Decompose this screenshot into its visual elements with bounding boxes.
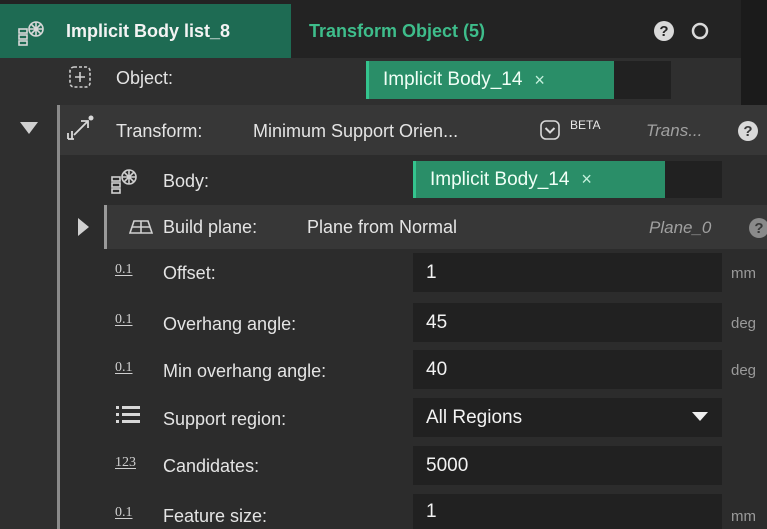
build-plane-method: Plane from Normal — [307, 217, 458, 237]
collapse-triangle-icon[interactable] — [18, 120, 40, 136]
offset-unit: mm — [731, 265, 756, 282]
build-plane-label: Build plane: — [163, 217, 258, 237]
transform-method-dropdown-icon[interactable] — [540, 120, 560, 140]
transform-guide-line — [57, 105, 60, 529]
candidates-input[interactable]: 5000 — [413, 446, 722, 485]
svg-text:?: ? — [754, 220, 763, 237]
offset-value: 1 — [426, 261, 437, 283]
build-plane-guide-line — [104, 205, 107, 249]
overhang-angle-input[interactable]: 45 — [413, 303, 722, 342]
support-region-label: Support region: — [163, 409, 287, 429]
object-remove-icon[interactable]: × — [534, 70, 545, 91]
offset-input[interactable]: 1 — [413, 253, 722, 292]
body-chip-label: Implicit Body_14 — [430, 168, 570, 190]
feature-size-unit: mm — [731, 508, 756, 525]
overhang-angle-label: Overhang angle: — [163, 314, 297, 334]
build-plane-help-icon[interactable]: ? — [748, 217, 767, 239]
overhang-angle-value: 45 — [426, 311, 448, 333]
float-param-icon: 0.1 — [115, 360, 133, 375]
object-chip[interactable]: Implicit Body_14 × — [366, 61, 614, 99]
svg-text:?: ? — [743, 123, 752, 140]
candidates-value: 5000 — [426, 454, 469, 476]
circle-icon[interactable] — [690, 21, 710, 41]
support-region-select[interactable]: All Regions — [413, 398, 722, 437]
min-overhang-angle-unit: deg — [731, 362, 757, 379]
body-icon — [110, 165, 140, 195]
feature-size-value: 1 — [426, 500, 437, 522]
min-overhang-angle-input[interactable]: 40 — [413, 350, 722, 389]
tab-implicit-body-list-label: Implicit Body list_8 — [66, 21, 231, 41]
overhang-angle-unit: deg — [731, 315, 757, 332]
transform-output: Trans... — [646, 121, 703, 140]
body-label: Body: — [163, 171, 210, 191]
list-icon — [116, 404, 140, 424]
beta-badge: BETA — [570, 118, 601, 132]
expand-triangle-icon[interactable] — [76, 216, 90, 238]
transform-method: Minimum Support Orien... — [253, 121, 459, 141]
plane-icon — [128, 218, 154, 238]
implicit-body-icon — [17, 17, 47, 47]
support-region-value: All Regions — [426, 406, 523, 428]
build-plane-output: Plane_0 — [649, 218, 712, 237]
offset-label: Offset: — [163, 263, 216, 283]
object-label: Object: — [116, 68, 174, 88]
integer-param-icon: 123 — [115, 455, 136, 470]
svg-text:?: ? — [659, 23, 668, 40]
float-param-icon: 0.1 — [115, 262, 133, 277]
object-icon — [67, 64, 93, 90]
candidates-label: Candidates: — [163, 456, 260, 476]
body-remove-icon[interactable]: × — [581, 169, 592, 190]
object-chip-label: Implicit Body_14 — [383, 69, 523, 90]
float-param-icon: 0.1 — [115, 312, 133, 327]
feature-size-input[interactable]: 1 — [413, 494, 722, 529]
feature-size-label: Feature size: — [163, 506, 268, 526]
transform-icon — [64, 113, 96, 145]
min-overhang-angle-label: Min overhang angle: — [163, 361, 327, 381]
tab-transform-object[interactable]: Transform Object (5) — [309, 21, 485, 42]
help-icon[interactable]: ? — [653, 20, 675, 42]
float-param-icon: 0.1 — [115, 505, 133, 520]
body-chip[interactable]: Implicit Body_14 × — [413, 161, 665, 198]
right-edge-strip — [741, 0, 767, 105]
chevron-down-icon[interactable] — [691, 411, 709, 423]
min-overhang-angle-value: 40 — [426, 358, 448, 380]
transform-help-icon[interactable]: ? — [737, 120, 759, 142]
transform-label: Transform: — [116, 121, 203, 141]
